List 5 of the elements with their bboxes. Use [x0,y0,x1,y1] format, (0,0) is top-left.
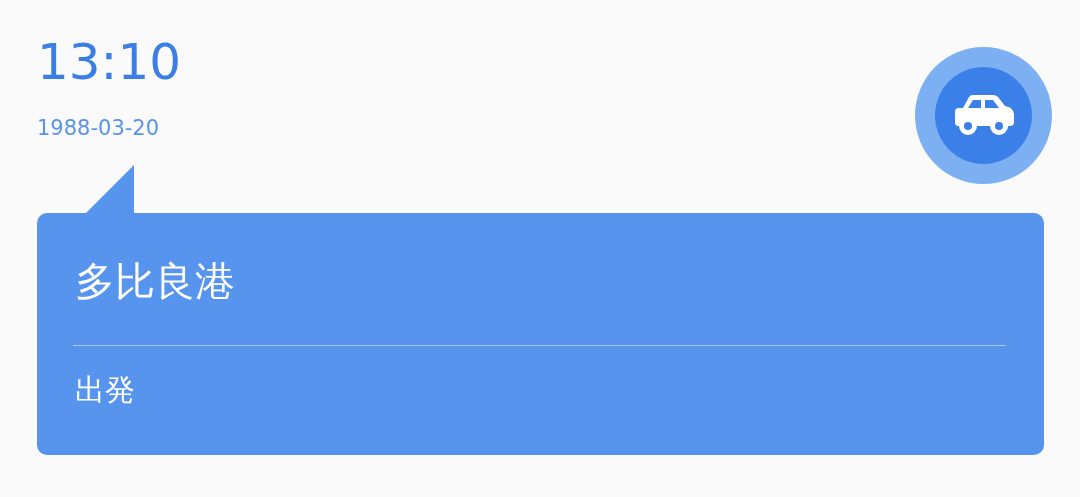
car-icon [952,93,1015,138]
stop-title: 多比良港 [75,257,236,306]
time-text: 13:10 [37,32,182,93]
stop-status: 出発 [75,371,136,409]
date-text: 1988-03-20 [37,115,161,142]
